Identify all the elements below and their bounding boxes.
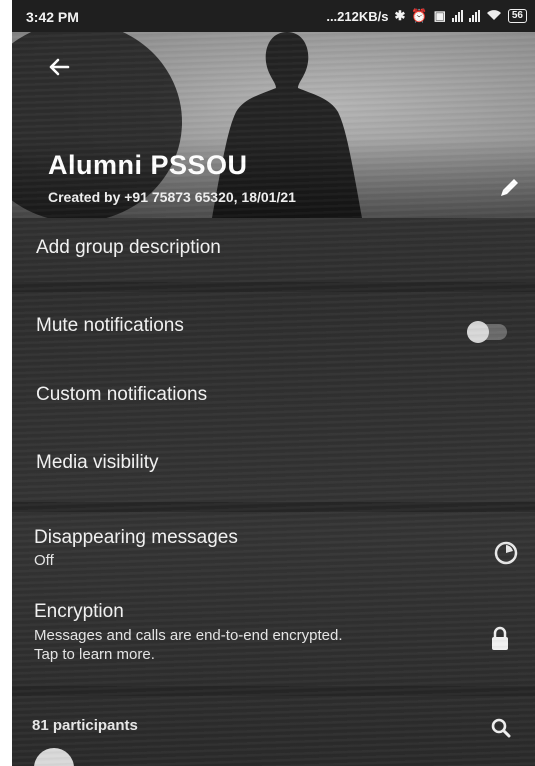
- data-icon: ▣: [433, 8, 446, 23]
- wifi-icon: [486, 9, 502, 24]
- encryption-label: Encryption: [34, 601, 124, 622]
- disappearing-messages-row[interactable]: Disappearing messages Off: [12, 518, 535, 582]
- status-icons: ...212KB/s ✱ ⏰ ▣ 56: [326, 8, 527, 24]
- participants-count: 81 participants: [32, 717, 138, 734]
- group-header: Alumni PSSOU Created by +91 75873 65320,…: [12, 32, 535, 218]
- signal-icon: [451, 10, 463, 22]
- mute-notifications-label: Mute notifications: [36, 315, 184, 336]
- encryption-row[interactable]: Encryption Messages and calls are end-to…: [12, 594, 535, 678]
- alarm-icon: ⏰: [411, 8, 428, 23]
- mute-notifications-row[interactable]: Mute notifications: [12, 300, 535, 356]
- lock-icon: [492, 626, 508, 650]
- battery-icon: 56: [507, 9, 527, 23]
- search-icon[interactable]: [489, 716, 513, 740]
- toggle-knob: [467, 321, 489, 343]
- arrow-left-icon[interactable]: [44, 52, 74, 82]
- status-time: 3:42 PM: [26, 9, 79, 25]
- network-speed: ...212KB/s: [326, 8, 389, 24]
- status-bar: 3:42 PM ...212KB/s ✱ ⏰ ▣ 56: [12, 0, 535, 32]
- created-by-text: Created by +91 75873 65320, 18/01/21: [48, 189, 296, 205]
- group-name: Alumni PSSOU: [48, 150, 248, 180]
- group-info-screen: 3:42 PM ...212KB/s ✱ ⏰ ▣ 56 Alumni PSSOU…: [12, 0, 535, 766]
- encryption-description-line1: Messages and calls are end-to-end encryp…: [34, 627, 343, 644]
- signal-icon: [468, 10, 480, 22]
- participant-avatar[interactable]: [34, 748, 74, 766]
- add-description-label: Add group description: [36, 237, 221, 258]
- disappearing-messages-label: Disappearing messages: [34, 527, 238, 548]
- disappearing-messages-value: Off: [34, 552, 54, 569]
- custom-notifications-label: Custom notifications: [36, 384, 208, 405]
- section-divider: [12, 502, 535, 512]
- media-visibility-label: Media visibility: [36, 452, 159, 473]
- participants-header: 81 participants: [12, 704, 535, 748]
- custom-notifications-row[interactable]: Custom notifications: [12, 368, 535, 424]
- encryption-description-line2: Tap to learn more.: [34, 646, 155, 663]
- timer-icon: [494, 541, 518, 565]
- section-divider: [12, 686, 535, 696]
- add-description-row[interactable]: Add group description: [12, 218, 535, 274]
- media-visibility-row[interactable]: Media visibility: [12, 436, 535, 492]
- bluetooth-icon: ✱: [394, 8, 406, 23]
- pencil-icon[interactable]: [495, 174, 523, 202]
- section-divider: [12, 282, 535, 292]
- mute-toggle[interactable]: [467, 321, 507, 343]
